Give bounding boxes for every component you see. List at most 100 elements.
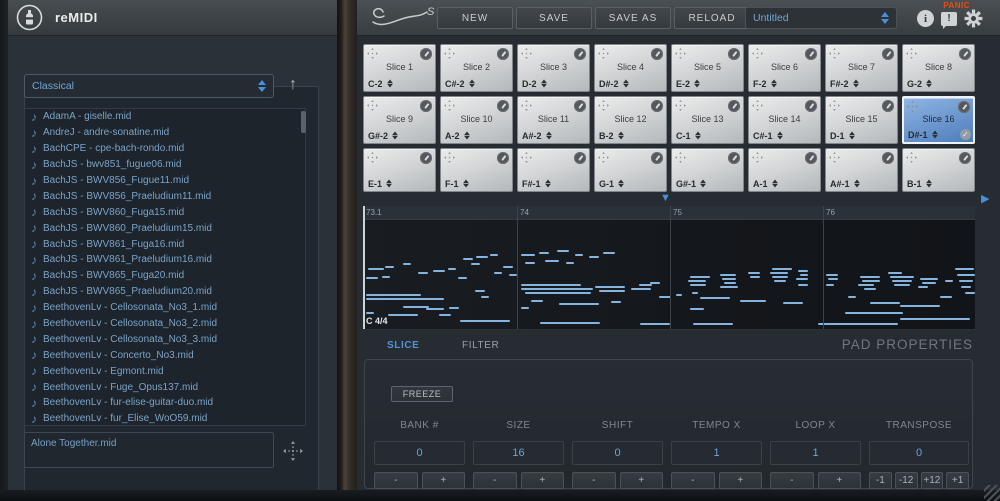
pad-note-select[interactable]: G-1 — [599, 178, 625, 189]
pad-slice-15[interactable]: Slice 15 D-1 — [825, 96, 898, 144]
pad-note-select[interactable]: F#-2 — [830, 78, 860, 89]
reload-button[interactable]: RELOAD — [674, 7, 750, 29]
pad-slice-3[interactable]: Slice 3 D-2 — [517, 44, 590, 92]
pad-menu-icon[interactable] — [497, 152, 509, 164]
pad-slice-8[interactable]: Slice 8 G-2 — [902, 44, 975, 92]
file-item[interactable]: ♪ BeethovenLv - fur-elise-guitar-duo.mid — [25, 395, 305, 411]
pad-menu-icon[interactable] — [420, 100, 432, 112]
pad-note-select[interactable]: B-2 — [599, 130, 625, 141]
pad-note-select[interactable]: G#-1 — [676, 178, 707, 189]
param-plus12-button[interactable]: +12 — [920, 472, 944, 489]
pad-slice-9[interactable]: Slice 9 G#-2 — [363, 96, 436, 144]
pad-menu-icon[interactable] — [728, 100, 740, 112]
pad-note-select[interactable]: G#-2 — [368, 130, 399, 141]
file-item[interactable]: ♪ BachJS - BWV860_Praeludium15.mid — [25, 220, 305, 236]
scrollbar-thumb[interactable] — [301, 111, 306, 133]
pad-empty[interactable]: E-1 — [363, 148, 436, 192]
param-minus-button[interactable]: - — [671, 472, 715, 489]
pad-note-select[interactable]: C#-2 — [445, 78, 476, 89]
param-plus-button[interactable]: + — [817, 472, 861, 489]
pad-menu-icon[interactable] — [651, 48, 663, 60]
pad-note-select[interactable]: A-1 — [753, 178, 779, 189]
new-button[interactable]: NEW — [437, 7, 513, 29]
pad-menu-icon[interactable] — [497, 48, 509, 60]
resize-grip[interactable] — [984, 485, 1000, 501]
pad-menu-icon[interactable] — [574, 48, 586, 60]
drag-handle-icon[interactable] — [283, 441, 303, 461]
pad-slice-7[interactable]: Slice 7 F#-2 — [825, 44, 898, 92]
bank-down-arrow-icon[interactable]: ▼ — [660, 193, 671, 204]
file-item[interactable]: ♪ BachJS - BWV861_Fuga16.mid — [25, 236, 305, 252]
pad-note-select[interactable]: D#-1 — [908, 129, 939, 140]
pad-slice-6[interactable]: Slice 6 F-2 — [748, 44, 821, 92]
preset-select[interactable]: Untitled — [745, 7, 897, 29]
param-plus1-button[interactable]: +1 — [946, 472, 969, 489]
param-minus1-button[interactable]: -1 — [869, 472, 892, 489]
file-item[interactable]: ♪ BeethovenLv - Concerto_No3.mid — [25, 347, 305, 363]
param-value[interactable]: 0 — [869, 441, 969, 465]
pad-note-select[interactable]: A#-1 — [830, 178, 861, 189]
param-plus-button[interactable]: + — [619, 472, 663, 489]
file-item[interactable]: ♪ BeethovenLv - fur_Elise_WoO59.mid — [25, 411, 305, 425]
pad-menu-icon[interactable] — [728, 152, 740, 164]
pad-empty[interactable]: F#-1 — [517, 148, 590, 192]
file-item[interactable]: ♪ BeethovenLv - Cellosonata_No3_3.mid — [25, 331, 305, 347]
pad-note-select[interactable]: C#-1 — [753, 130, 784, 141]
save-button[interactable]: SAVE — [516, 7, 592, 29]
info-icon[interactable]: i — [917, 10, 934, 27]
pad-menu-icon[interactable] — [959, 152, 971, 164]
category-select[interactable]: Classical — [24, 74, 274, 98]
pad-menu-icon[interactable] — [805, 48, 817, 60]
pad-menu-icon[interactable] — [805, 152, 817, 164]
pad-slice-12[interactable]: Slice 12 B-2 — [594, 96, 667, 144]
pad-empty[interactable]: F-1 — [440, 148, 513, 192]
param-minus-button[interactable]: - — [770, 472, 814, 489]
tab-filter[interactable]: FILTER — [462, 340, 499, 351]
pad-empty[interactable]: G#-1 — [671, 148, 744, 192]
next-page-arrow-icon[interactable]: ▶ — [981, 194, 989, 205]
file-item[interactable]: ♪ AndreJ - andre-sonatine.mid — [25, 125, 305, 141]
pad-empty[interactable]: A-1 — [748, 148, 821, 192]
param-value[interactable]: 1 — [671, 441, 762, 465]
pad-note-select[interactable]: A-2 — [445, 130, 471, 141]
param-plus-button[interactable]: + — [718, 472, 762, 489]
gear-icon[interactable] — [964, 9, 983, 28]
param-minus-button[interactable]: - — [374, 472, 418, 489]
param-minus12-button[interactable]: -12 — [894, 472, 918, 489]
current-file-box[interactable]: Alone Together.mid — [24, 432, 274, 468]
file-list[interactable]: ♪ AdamA - giselle.mid ♪ AndreJ - andre-sona… — [24, 108, 306, 426]
param-plus-button[interactable]: + — [520, 472, 564, 489]
pad-note-select[interactable]: G-2 — [907, 78, 933, 89]
file-item[interactable]: ♪ BachJS - BWV865_Praeludium20.mid — [25, 284, 305, 300]
pad-menu-icon[interactable] — [420, 48, 432, 60]
pad-slice-10[interactable]: Slice 10 A-2 — [440, 96, 513, 144]
file-item[interactable]: ♪ BeethovenLv - Egmont.mid — [25, 363, 305, 379]
pad-menu-icon[interactable] — [574, 100, 586, 112]
param-minus-button[interactable]: - — [473, 472, 517, 489]
file-item[interactable]: ♪ BachJS - BWV856_Praeludium11.mid — [25, 188, 305, 204]
pad-note-select[interactable]: D#-2 — [599, 78, 630, 89]
pad-menu-icon[interactable] — [651, 152, 663, 164]
pad-menu-icon[interactable] — [574, 152, 586, 164]
pad-slice-16[interactable]: Slice 16 D#-1 ✓ — [902, 96, 975, 144]
pad-menu-icon[interactable] — [728, 48, 740, 60]
file-item[interactable]: ♪ BachJS - bwv851_fugue06.mid — [25, 157, 305, 173]
file-item[interactable]: ♪ BeethovenLv - Cellosonata_No3_2.mid — [25, 316, 305, 332]
file-item[interactable]: ♪ BachJS - BWV861_Praeludium16.mid — [25, 252, 305, 268]
pad-menu-icon[interactable] — [420, 152, 432, 164]
file-item[interactable]: ♪ AdamA - giselle.mid — [25, 109, 305, 125]
file-item[interactable]: ♪ BachJS - BWV865_Fuga20.mid — [25, 268, 305, 284]
pad-menu-icon[interactable] — [959, 48, 971, 60]
pad-menu-icon[interactable] — [882, 152, 894, 164]
pad-note-select[interactable]: D-1 — [830, 130, 856, 141]
pad-empty[interactable]: G-1 — [594, 148, 667, 192]
freeze-button[interactable]: FREEZE — [391, 386, 453, 402]
pad-note-select[interactable]: B-1 — [907, 178, 933, 189]
pad-slice-5[interactable]: Slice 5 E-2 — [671, 44, 744, 92]
pad-note-select[interactable]: D-2 — [522, 78, 548, 89]
pad-note-select[interactable]: A#-2 — [522, 130, 553, 141]
pad-menu-icon[interactable] — [882, 48, 894, 60]
param-value[interactable]: 1 — [770, 441, 861, 465]
file-item[interactable]: ♪ BachJS - BWV856_Fugue11.mid — [25, 173, 305, 189]
param-plus-button[interactable]: + — [421, 472, 465, 489]
